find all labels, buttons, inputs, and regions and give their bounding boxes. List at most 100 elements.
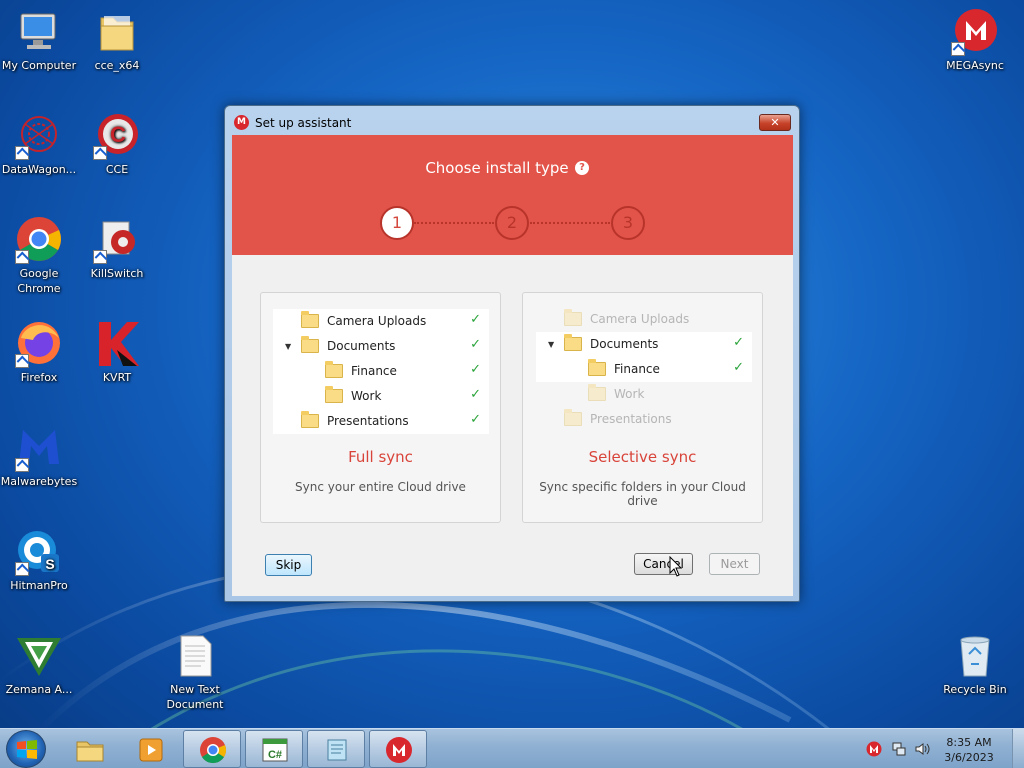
tree-row: ▼ Documents ✓ xyxy=(273,334,489,359)
media-player-icon xyxy=(139,738,163,762)
desktop-icon-my-computer[interactable]: My Computer xyxy=(0,8,80,73)
mega-tray-icon[interactable] xyxy=(866,741,882,757)
checkmark-icon: ✓ xyxy=(733,335,744,350)
desktop-icon-label: Zemana A... xyxy=(5,683,73,696)
tree-row: Presentations xyxy=(536,407,752,432)
chrome-icon xyxy=(200,737,227,764)
expand-arrow-icon: ▼ xyxy=(285,342,292,351)
desktop-icon-killswitch[interactable]: KillSwitch xyxy=(76,216,158,281)
windows-logo-icon xyxy=(17,740,37,759)
desktop-icon-cce-x64[interactable]: cce_x64 xyxy=(76,8,158,73)
desktop-icon-label: MEGAsync xyxy=(946,59,1004,72)
chrome-icon xyxy=(15,216,63,264)
taskbar-csharp-button[interactable]: C# xyxy=(245,730,303,768)
cancel-button[interactable]: Cancel xyxy=(634,553,693,575)
tree-row-label: Documents xyxy=(590,337,659,351)
system-clock[interactable]: 8:35 AM 3/6/2023 xyxy=(930,735,1008,765)
taskbar-notepad-button[interactable] xyxy=(307,730,365,768)
desktop-icon-hitmanpro[interactable]: S HitmanPro xyxy=(0,528,80,593)
full-sync-description: Sync your entire Cloud drive xyxy=(295,480,466,494)
taskbar-chrome-button[interactable] xyxy=(183,730,241,768)
checkmark-icon: ✓ xyxy=(470,412,481,427)
step-indicator-2: 2 xyxy=(495,206,529,240)
clock-time: 8:35 AM xyxy=(946,736,992,749)
shortcut-arrow-icon xyxy=(15,354,29,368)
wizard-header: Choose install type ? 1 2 3 xyxy=(232,135,793,255)
network-icon[interactable] xyxy=(891,741,907,757)
window-titlebar[interactable]: M Set up assistant ✕ xyxy=(225,106,799,136)
shortcut-arrow-icon xyxy=(15,562,29,576)
tree-row: Work xyxy=(536,382,752,407)
shortcut-arrow-icon xyxy=(15,250,29,264)
checkmark-icon: ✓ xyxy=(733,360,744,375)
desktop-icon-label: CCE xyxy=(105,163,129,176)
desktop-icon-datawagon[interactable]: DataWagon... xyxy=(0,112,80,177)
mouse-cursor-icon xyxy=(669,556,683,577)
folder-icon xyxy=(76,741,104,762)
selective-sync-folder-tree: Camera Uploads ▼ Documents ✓ Finance ✓ W… xyxy=(536,307,752,432)
mega-logo-icon: M xyxy=(234,115,249,130)
show-desktop-button[interactable] xyxy=(1012,729,1024,768)
tree-row: Finance ✓ xyxy=(536,357,752,382)
svg-text:S: S xyxy=(45,556,54,572)
camera-folder-icon xyxy=(301,311,319,328)
desktop-icon-label: My Computer xyxy=(1,59,77,72)
folder-icon xyxy=(564,334,582,351)
next-button[interactable]: Next xyxy=(709,553,760,575)
taskbar-media-player-button[interactable] xyxy=(121,730,179,768)
desktop-icon-new-text-document[interactable]: New Text Document xyxy=(154,632,236,712)
step-connector xyxy=(414,222,494,224)
checkmark-icon: ✓ xyxy=(470,362,481,377)
tree-row: Finance ✓ xyxy=(273,359,489,384)
shortcut-arrow-icon xyxy=(15,458,29,472)
skip-button[interactable]: Skip xyxy=(265,554,312,576)
full-sync-folder-tree: Camera Uploads ✓ ▼ Documents ✓ Finance ✓… xyxy=(273,309,489,434)
volume-icon[interactable] xyxy=(914,741,930,757)
desktop-icon-cce[interactable]: C CCE xyxy=(76,112,158,177)
presentation-folder-icon xyxy=(564,409,582,426)
start-button[interactable] xyxy=(6,730,46,768)
svg-text:C: C xyxy=(110,122,126,147)
close-button[interactable]: ✕ xyxy=(759,114,791,131)
desktop-icon-label: Recycle Bin xyxy=(943,683,1007,696)
tree-row-label: Presentations xyxy=(590,412,672,426)
full-sync-option[interactable]: Camera Uploads ✓ ▼ Documents ✓ Finance ✓… xyxy=(260,292,501,523)
desktop-icon-label: New Text Document xyxy=(166,683,224,711)
expand-arrow-icon: ▼ xyxy=(548,340,555,349)
step-connector xyxy=(530,222,610,224)
tree-row: Camera Uploads ✓ xyxy=(273,309,489,334)
tree-row: ▼ Documents ✓ xyxy=(536,332,752,357)
taskbar-megasync-button[interactable] xyxy=(369,730,427,768)
firefox-icon xyxy=(15,320,63,368)
folder-icon xyxy=(93,8,141,56)
full-sync-title: Full sync xyxy=(348,448,413,466)
clock-date: 3/6/2023 xyxy=(944,751,994,764)
selective-sync-description: Sync specific folders in your Cloud driv… xyxy=(539,480,746,508)
help-icon[interactable]: ? xyxy=(575,161,589,175)
recycle-bin-icon xyxy=(951,632,999,680)
desktop-icon-google-chrome[interactable]: Google Chrome xyxy=(0,216,80,296)
csharp-icon: C# xyxy=(262,738,288,762)
desktop-icon-malwarebytes[interactable]: Malwarebytes xyxy=(0,424,80,489)
desktop-icon-kvrt[interactable]: KVRT xyxy=(76,320,158,385)
shortcut-arrow-icon xyxy=(93,146,107,160)
tree-row-label: Finance xyxy=(351,364,397,378)
notepad-icon xyxy=(327,739,347,761)
shortcut-arrow-icon xyxy=(15,146,29,160)
presentation-folder-icon xyxy=(301,411,319,428)
mega-icon xyxy=(951,8,999,56)
selective-sync-option[interactable]: Camera Uploads ▼ Documents ✓ Finance ✓ W… xyxy=(522,292,763,523)
desktop-icon-zemana[interactable]: Zemana A... xyxy=(0,632,80,697)
mega-icon xyxy=(386,737,412,763)
desktop-icon-label: KillSwitch xyxy=(90,267,144,280)
desktop-icon-label: Malwarebytes xyxy=(0,475,78,488)
taskbar-explorer-button[interactable] xyxy=(60,730,118,768)
tree-row-label: Documents xyxy=(327,339,396,353)
desktop-icon-firefox[interactable]: Firefox xyxy=(0,320,80,385)
step-indicator-3: 3 xyxy=(611,206,645,240)
desktop-icon-recycle-bin[interactable]: Recycle Bin xyxy=(934,632,1016,697)
tree-row-label: Camera Uploads xyxy=(327,314,427,328)
desktop-icon-megasync[interactable]: MEGAsync xyxy=(934,8,1016,73)
shortcut-arrow-icon xyxy=(951,42,965,56)
page-title: Choose install type xyxy=(425,159,569,177)
